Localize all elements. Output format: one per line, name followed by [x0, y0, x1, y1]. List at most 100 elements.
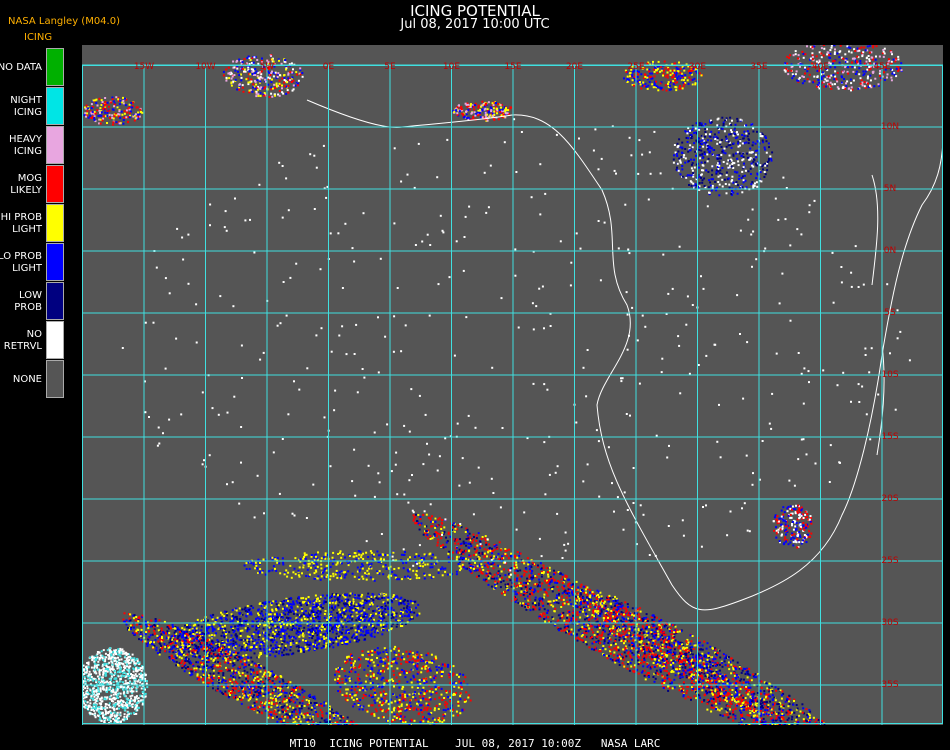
icing-pixel — [570, 633, 573, 636]
icing-pixel — [212, 623, 215, 626]
icing-pixel — [727, 664, 729, 667]
icing-pixel — [452, 522, 455, 525]
icing-pixel — [678, 670, 681, 673]
icing-pixel — [232, 640, 235, 642]
icing-pixel — [210, 634, 213, 637]
icing-pixel — [563, 626, 566, 629]
icing-pixel — [516, 574, 519, 577]
icing-pixel — [795, 715, 798, 718]
icing-pixel — [324, 601, 327, 604]
icing-pixel — [499, 586, 502, 589]
icing-pixel — [603, 607, 606, 610]
icing-pixel — [805, 708, 808, 711]
icing-pixel — [581, 626, 584, 629]
icing-pixel — [365, 616, 368, 619]
icing-pixel — [769, 700, 771, 703]
icing-pixel — [668, 623, 671, 626]
icing-pixel — [612, 608, 615, 611]
icing-pixel — [591, 648, 593, 651]
icing-pixel — [528, 598, 531, 601]
icing-pixel — [279, 625, 282, 628]
icing-pixel — [682, 669, 685, 672]
icing-pixel — [674, 625, 677, 628]
icing-pixel — [376, 605, 379, 608]
icing-pixel — [273, 613, 276, 616]
icing-pixel — [268, 648, 271, 651]
icing-pixel — [371, 624, 374, 627]
icing-pixel — [243, 642, 246, 645]
icing-pixel — [479, 546, 481, 549]
icing-pixel — [551, 588, 554, 590]
icing-pixel — [566, 616, 568, 619]
icing-pixel — [752, 694, 755, 697]
icing-pixel — [706, 642, 709, 645]
icing-pixel — [602, 637, 605, 640]
icing-pixel — [341, 626, 344, 629]
icing-pixel — [599, 650, 602, 653]
icing-pixel — [645, 613, 648, 616]
icing-pixel — [282, 616, 285, 619]
icing-pixel — [617, 632, 620, 635]
icing-pixel — [600, 595, 603, 598]
icing-pixel — [348, 620, 351, 623]
icing-pixel — [414, 522, 417, 525]
icing-pixel — [374, 629, 377, 632]
icing-pixel — [763, 698, 766, 701]
icing-pixel — [289, 649, 292, 652]
icing-pixel — [607, 608, 609, 611]
icing-pixel — [353, 596, 356, 599]
icing-pixel — [473, 536, 475, 538]
icing-pixel — [416, 613, 419, 616]
icing-pixel — [780, 716, 783, 719]
icing-pixel — [332, 646, 335, 649]
icing-pixel — [488, 572, 491, 575]
icing-pixel — [347, 599, 350, 601]
icing-pixel — [482, 578, 485, 581]
icing-pixel — [547, 588, 550, 591]
icing-pixel — [641, 625, 644, 628]
icing-pixel — [522, 602, 525, 605]
icing-pixel — [651, 618, 654, 621]
icing-pixel — [602, 625, 605, 628]
icing-pixel — [364, 599, 366, 602]
icing-pixel — [371, 620, 374, 623]
icing-pixel — [500, 581, 503, 584]
icing-pixel — [300, 597, 303, 600]
icing-pixel — [714, 696, 717, 699]
icing-pixel — [586, 599, 589, 602]
icing-pixel — [580, 598, 582, 601]
icing-pixel — [223, 610, 226, 613]
icing-pixel — [528, 565, 531, 568]
icing-pixel — [460, 526, 463, 529]
icing-pixel — [408, 606, 411, 609]
icing-pixel — [410, 616, 413, 619]
icing-pixel — [435, 535, 438, 538]
icing-pixel — [442, 543, 444, 546]
icing-pixel — [518, 554, 521, 557]
icing-pixel — [718, 689, 721, 692]
icing-pixel — [593, 648, 596, 651]
icing-pixel — [663, 676, 666, 679]
icing-pixel — [633, 666, 636, 669]
icing-pixel — [445, 536, 447, 539]
icing-pixel — [623, 624, 626, 627]
icing-pixel — [315, 624, 318, 627]
icing-pixel — [702, 663, 705, 666]
icing-pixel — [580, 593, 582, 596]
icing-pixel — [269, 636, 272, 639]
icing-pixel — [268, 601, 271, 604]
icing-pixel — [642, 618, 645, 621]
map-canvas: 15W 10W 5W 0E 5E 10E 15E 20E 25E 30E 35E 40E 45E10N5… — [82, 45, 943, 725]
icing-pixel — [653, 658, 656, 660]
icing-pixel — [286, 641, 289, 644]
icing-pixel — [618, 664, 621, 666]
icing-pixel — [746, 714, 749, 717]
icing-pixel — [612, 627, 615, 630]
icing-pixel — [543, 608, 546, 611]
icing-pixel — [660, 628, 663, 631]
icing-pixel — [552, 585, 555, 588]
icing-pixel — [576, 613, 579, 616]
icing-pixel — [624, 607, 627, 610]
icing-pixel — [230, 617, 233, 620]
icing-pixel — [688, 673, 691, 676]
